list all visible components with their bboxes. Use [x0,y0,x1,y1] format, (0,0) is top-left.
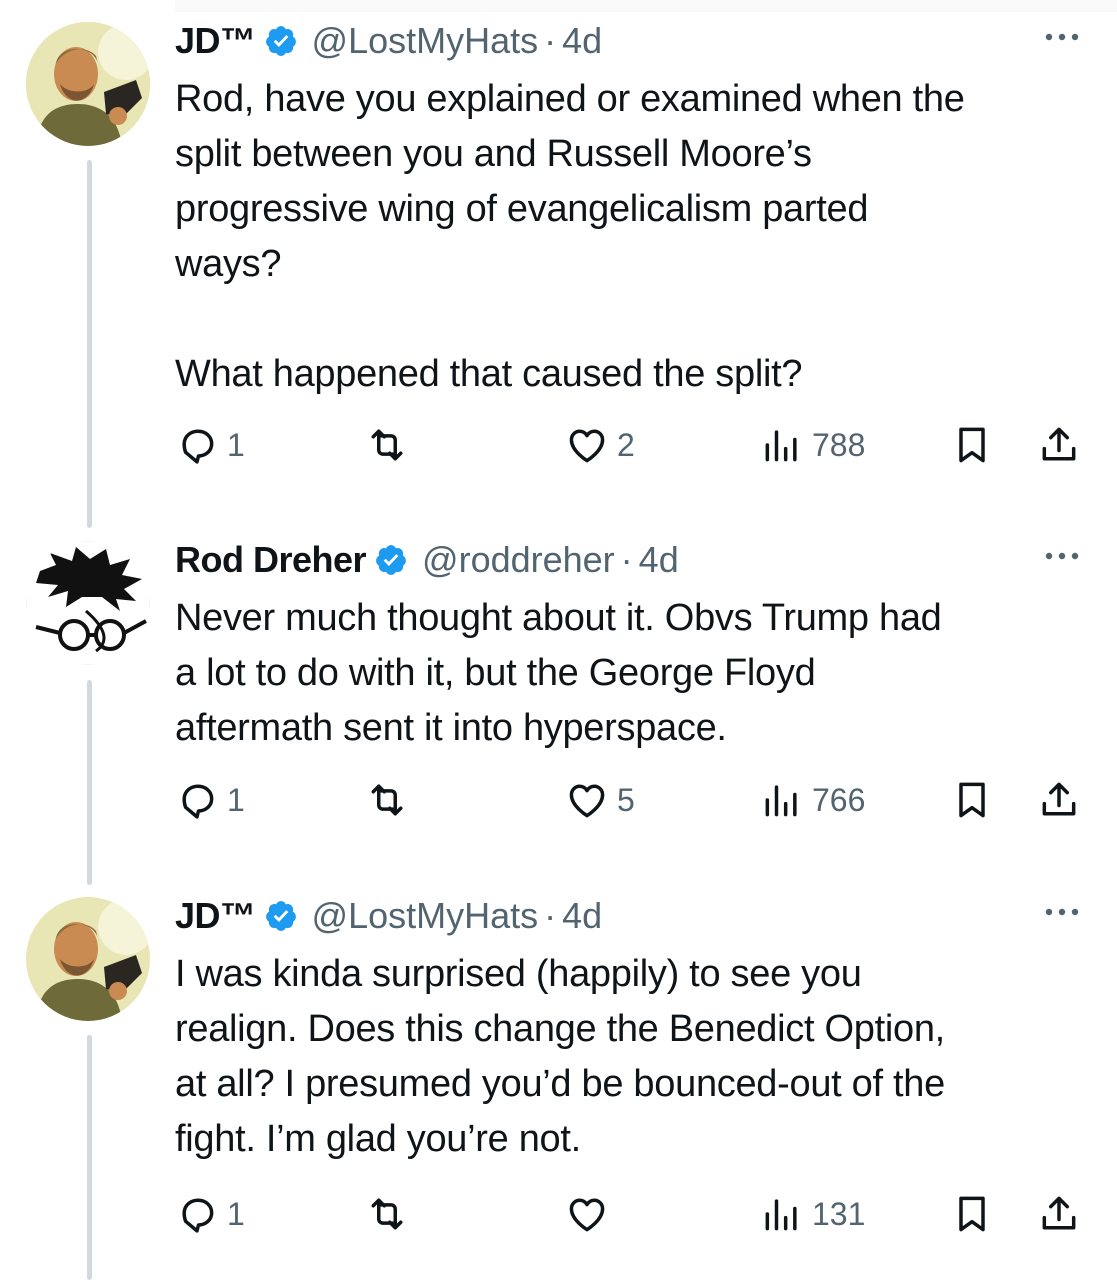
display-name[interactable]: Rod Dreher [175,539,367,581]
more-options-icon[interactable] [1037,897,1087,927]
verified-badge-icon [265,901,296,931]
verified-badge-icon [376,545,406,575]
view-count: 131 [812,1195,866,1232]
reply-count: 1 [227,1195,245,1232]
tweet-header: Rod Dreher @roddreher · 4d [175,537,1087,583]
thread-line [87,160,92,528]
reply-button[interactable]: 1 [175,775,245,825]
repost-button[interactable] [365,420,417,470]
bookmark-button[interactable] [950,1189,994,1239]
timestamp[interactable]: 4d [562,20,602,62]
separator-dot: · [544,895,557,936]
reply-count: 1 [227,426,245,463]
timestamp[interactable]: 4d [562,895,602,937]
repost-button[interactable] [365,775,417,825]
like-button[interactable]: 2 [565,420,635,470]
display-name[interactable]: JD™ [175,895,256,937]
tweet-text: Never much thought about it. Obvs Trump … [175,597,942,749]
handle[interactable]: @LostMyHats [312,895,539,937]
like-icon [569,1198,605,1232]
action-bar: 1 131 [175,1189,1087,1239]
display-name[interactable]: JD™ [175,20,256,62]
share-icon [1042,1196,1076,1230]
top-divider [175,0,1117,12]
avatar[interactable] [26,22,150,146]
view-count: 788 [812,426,866,463]
like-button[interactable] [565,1189,617,1239]
thread-line [87,680,92,885]
share-button[interactable] [1037,1189,1081,1239]
repost-icon [371,784,403,816]
more-options-icon[interactable] [1037,541,1087,571]
bookmark-icon [959,1196,985,1232]
views-button[interactable]: 131 [760,1189,865,1239]
repost-button[interactable] [365,1189,417,1239]
reply-button[interactable]: 1 [175,1189,245,1239]
views-button[interactable]: 766 [760,775,865,825]
tweet-header: JD™ @LostMyHats · 4d [175,18,1087,64]
handle[interactable]: @roddreher [422,539,615,581]
repost-icon [371,1198,403,1230]
avatar[interactable] [26,541,150,665]
reply-icon [182,429,214,464]
view-count: 766 [812,781,866,818]
handle[interactable]: @LostMyHats [312,20,539,62]
bookmark-icon [959,427,985,463]
like-count: 5 [617,781,635,818]
like-button[interactable]: 5 [565,775,635,825]
reply-button[interactable]: 1 [175,420,245,470]
repost-icon [371,429,403,461]
share-icon [1042,427,1076,461]
thread-line [87,1035,92,1280]
bookmark-icon [959,782,985,818]
views-icon [765,1199,797,1231]
more-options-icon[interactable] [1037,22,1087,52]
tweet-header: JD™ @LostMyHats · 4d [175,893,1087,939]
separator-dot: · [544,20,557,61]
action-bar: 1 5 766 [175,775,1087,825]
verified-badge-icon [265,26,296,56]
like-count: 2 [617,426,635,463]
reply-count: 1 [227,781,245,818]
timestamp[interactable]: 4d [639,539,679,581]
tweet-text: I was kinda surprised (happily) to see y… [175,953,945,1160]
views-icon [765,785,797,817]
tweet-text: Rod, have you explained or examined when… [175,78,965,395]
like-icon [569,784,605,818]
action-bar: 1 2 788 [175,420,1087,470]
reply-icon [182,1198,214,1233]
separator-dot: · [620,539,633,580]
share-button[interactable] [1037,775,1081,825]
bookmark-button[interactable] [950,420,994,470]
reply-icon [182,784,214,819]
views-button[interactable]: 788 [760,420,865,470]
avatar[interactable] [26,897,150,1021]
share-button[interactable] [1037,420,1081,470]
share-icon [1042,782,1076,816]
views-icon [765,430,797,462]
like-icon [569,429,605,463]
bookmark-button[interactable] [950,775,994,825]
